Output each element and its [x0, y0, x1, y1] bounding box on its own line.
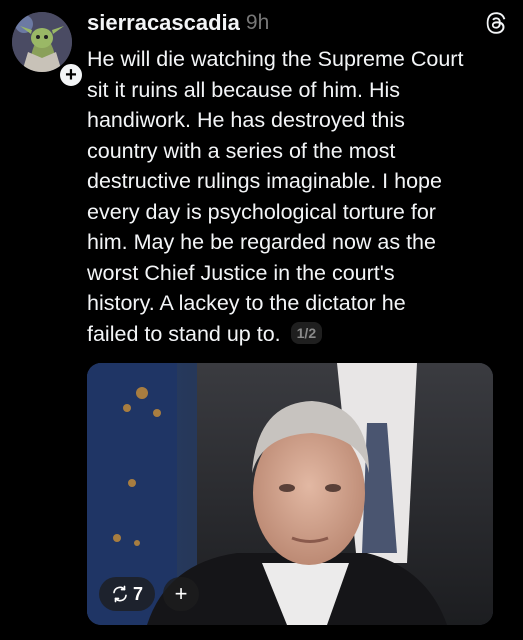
page-indicator[interactable]: 1/2 [290, 321, 323, 344]
post-text-line: He will die watching the Supreme Court [87, 47, 464, 71]
follow-plus-icon[interactable]: + [58, 62, 84, 88]
repost-icon [111, 585, 129, 603]
post-text-line: sit it ruins all because of him. His [87, 77, 401, 102]
repost-count: 7 [132, 583, 143, 604]
post-text-line: handiwork. He has destroyed this [87, 108, 405, 132]
post-text-line: every day is psychological torture for [87, 199, 436, 224]
avatar-container[interactable]: + [12, 12, 84, 88]
post-header: sierracascadia 9h [87, 6, 507, 40]
post-text-line: country with a series of the most [87, 138, 396, 163]
threads-logo-icon [485, 12, 507, 34]
post-text-line: history. A lackey to the dictator he [87, 291, 406, 315]
post-text-line-last: failed to stand up to. 1/2 [87, 319, 515, 350]
post-text-line: destructive rulings imaginable. I hope [87, 169, 442, 193]
add-button[interactable]: + [163, 577, 199, 611]
post-text-line: failed to stand up to. [87, 321, 281, 346]
post-text-line: him. May he be regarded now as the [87, 230, 436, 254]
post-image[interactable]: 7 + [87, 363, 493, 625]
post-text: He will die watching the Supreme Court s… [87, 44, 515, 349]
repost-button[interactable]: 7 [99, 577, 155, 611]
username[interactable]: sierracascadia [87, 10, 240, 36]
media-controls: 7 + [99, 577, 199, 611]
post-text-line: worst Chief Justice in the court's [87, 260, 395, 285]
avatar[interactable] [12, 12, 72, 72]
timestamp[interactable]: 9h [246, 11, 269, 35]
